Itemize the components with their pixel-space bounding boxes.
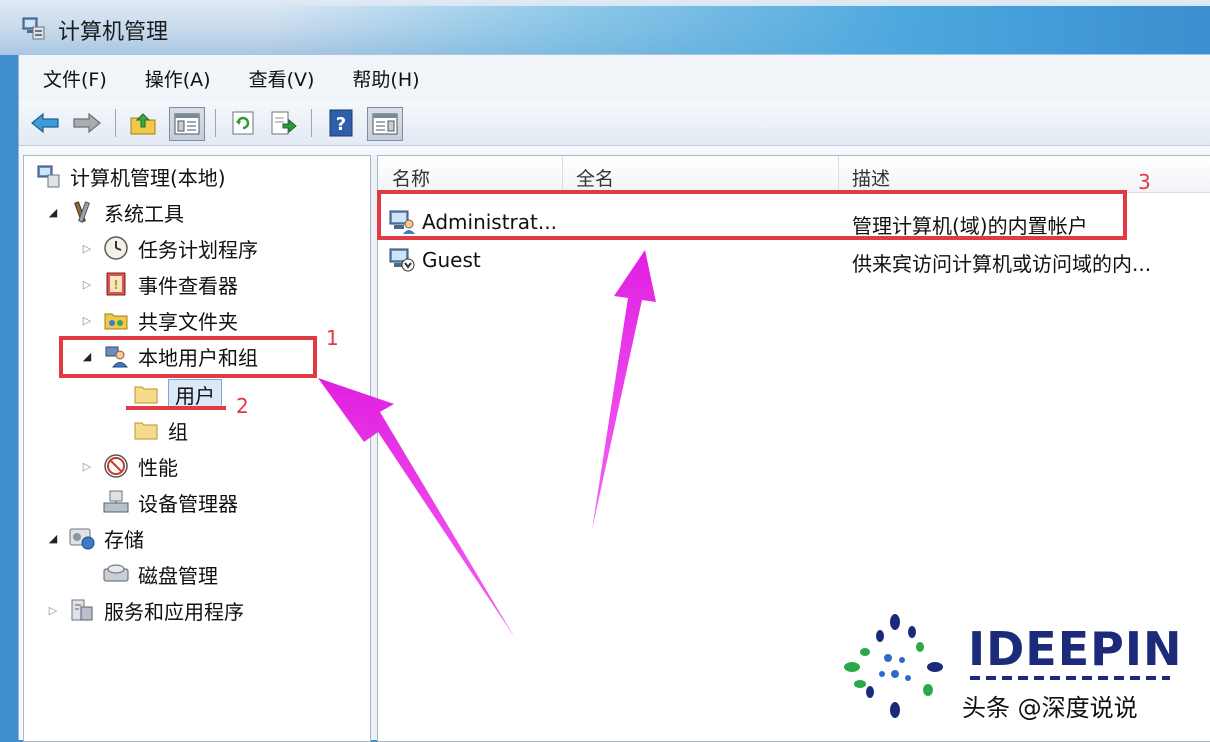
up-folder-button[interactable] (127, 107, 159, 139)
column-divider[interactable] (562, 156, 563, 192)
expand-arrow-icon[interactable]: ▷ (78, 242, 96, 255)
help-button[interactable]: ? (325, 107, 357, 139)
action-pane-icon (372, 113, 398, 135)
highlight-underline-users (126, 406, 226, 410)
services-icon (68, 596, 96, 624)
folder-icon (132, 380, 160, 408)
disk-icon (102, 560, 130, 588)
event-viewer-icon: ! (102, 270, 130, 298)
tree-item-task-scheduler[interactable]: ▷ 任务计划程序 (78, 232, 258, 264)
svg-text:!: ! (113, 278, 118, 292)
tree-item-label: 计算机管理(本地) (70, 165, 226, 190)
tree-item-performance[interactable]: ▷ 性能 (78, 450, 178, 482)
annotation-number: 1 (326, 326, 339, 350)
tree-item-root[interactable]: 计算机管理(本地) (34, 160, 226, 192)
list-header: 名称 全名 描述 (378, 156, 1210, 193)
menu-view[interactable]: 查看(V) (245, 65, 319, 92)
storage-icon (68, 524, 96, 552)
toolbar-separator (215, 109, 216, 137)
expand-arrow-icon[interactable]: ▷ (78, 278, 96, 291)
tree-item-label: 任务计划程序 (138, 237, 258, 262)
column-divider[interactable] (838, 156, 839, 192)
clock-icon (102, 234, 130, 262)
tree-item-label: 性能 (138, 455, 178, 480)
watermark-brand: IDEEPIN (968, 622, 1183, 676)
tree-item-label: 组 (168, 419, 188, 444)
refresh-button[interactable] (227, 107, 259, 139)
tree-item-groups[interactable]: 组 (132, 414, 188, 446)
tree-item-device-manager[interactable]: 设备管理器 (102, 486, 238, 518)
computer-management-icon (34, 162, 62, 190)
highlight-box-administrator (377, 190, 1127, 240)
tree-item-label: 系统工具 (104, 201, 184, 226)
tree-item-label: 磁盘管理 (138, 563, 218, 588)
svg-text:?: ? (336, 114, 346, 135)
expand-arrow-icon[interactable]: ▷ (44, 604, 62, 617)
annotation-number: 2 (236, 394, 249, 418)
shared-folder-icon (102, 306, 130, 334)
list-row-guest[interactable]: Guest 供来宾访问计算机或访问域的内... (378, 242, 1210, 280)
tree-item-label: 事件查看器 (138, 273, 238, 298)
tree-item-label: 存储 (104, 527, 144, 552)
performance-icon (102, 452, 130, 480)
collapse-arrow-icon[interactable]: ◢ (44, 206, 62, 219)
up-folder-icon (130, 113, 156, 135)
tree-item-label: 设备管理器 (138, 491, 238, 516)
spiral-logo-icon (844, 614, 943, 718)
refresh-icon (232, 111, 254, 135)
watermark-stripe (970, 676, 1170, 680)
back-icon (31, 112, 59, 134)
user-account-disabled-icon (388, 246, 416, 277)
show-tree-icon (174, 113, 200, 135)
menu-file[interactable]: 文件(F) (39, 65, 111, 92)
show-tree-button[interactable] (169, 107, 205, 141)
computer-management-icon (22, 17, 45, 40)
help-icon: ? (329, 109, 353, 137)
toolbar-separator (115, 109, 116, 137)
column-header-full-name[interactable]: 全名 (576, 164, 614, 191)
menu-action[interactable]: 操作(A) (141, 65, 215, 92)
back-button[interactable] (29, 107, 61, 139)
tree-item-label: 用户 (168, 378, 222, 410)
window-title: 计算机管理 (58, 20, 169, 45)
tree-item-services-apps[interactable]: ▷ 服务和应用程序 (44, 594, 244, 626)
toolbar: ? (19, 101, 1210, 146)
export-icon (271, 111, 297, 135)
tree-item-label: 共享文件夹 (138, 309, 238, 334)
tree-item-disk-management[interactable]: 磁盘管理 (102, 558, 218, 590)
tools-icon (68, 198, 96, 226)
tree-item-shared-folders[interactable]: ▷ 共享文件夹 (78, 304, 238, 336)
forward-icon (73, 112, 101, 134)
tree-item-event-viewer[interactable]: ▷ ! 事件查看器 (78, 268, 238, 300)
title-bar-glass (270, 6, 1210, 54)
expand-arrow-icon[interactable]: ▷ (78, 314, 96, 327)
menu-bar: 文件(F) 操作(A) 查看(V) 帮助(H) (19, 55, 1210, 101)
menu-help[interactable]: 帮助(H) (348, 65, 423, 92)
column-header-description[interactable]: 描述 (852, 164, 890, 191)
cell-name: Guest (422, 248, 481, 272)
folder-icon (132, 416, 160, 444)
watermark-caption: 头条 @深度说说 (962, 694, 1138, 722)
collapse-arrow-icon[interactable]: ◢ (44, 532, 62, 545)
cell-description: 供来宾访问计算机或访问域的内... (852, 252, 1152, 276)
forward-button[interactable] (71, 107, 103, 139)
expand-arrow-icon[interactable]: ▷ (78, 460, 96, 473)
title-bar: 计算机管理 (0, 0, 1210, 55)
highlight-box-local-users (59, 336, 317, 378)
column-header-name[interactable]: 名称 (392, 164, 430, 191)
annotation-number: 3 (1138, 170, 1151, 194)
toolbar-separator (311, 109, 312, 137)
watermark-logo (840, 612, 950, 726)
tree-item-label: 服务和应用程序 (104, 599, 244, 624)
export-list-button[interactable] (267, 107, 299, 139)
action-pane-button[interactable] (367, 107, 403, 141)
tree-item-storage[interactable]: ◢ 存储 (44, 522, 144, 554)
navigation-tree: 计算机管理(本地) ◢ 系统工具 ▷ 任务计划程序 ▷ ! 事件查看器 ▷ 共享… (23, 155, 371, 742)
tree-item-system-tools[interactable]: ◢ 系统工具 (44, 196, 184, 228)
device-manager-icon (102, 488, 130, 516)
